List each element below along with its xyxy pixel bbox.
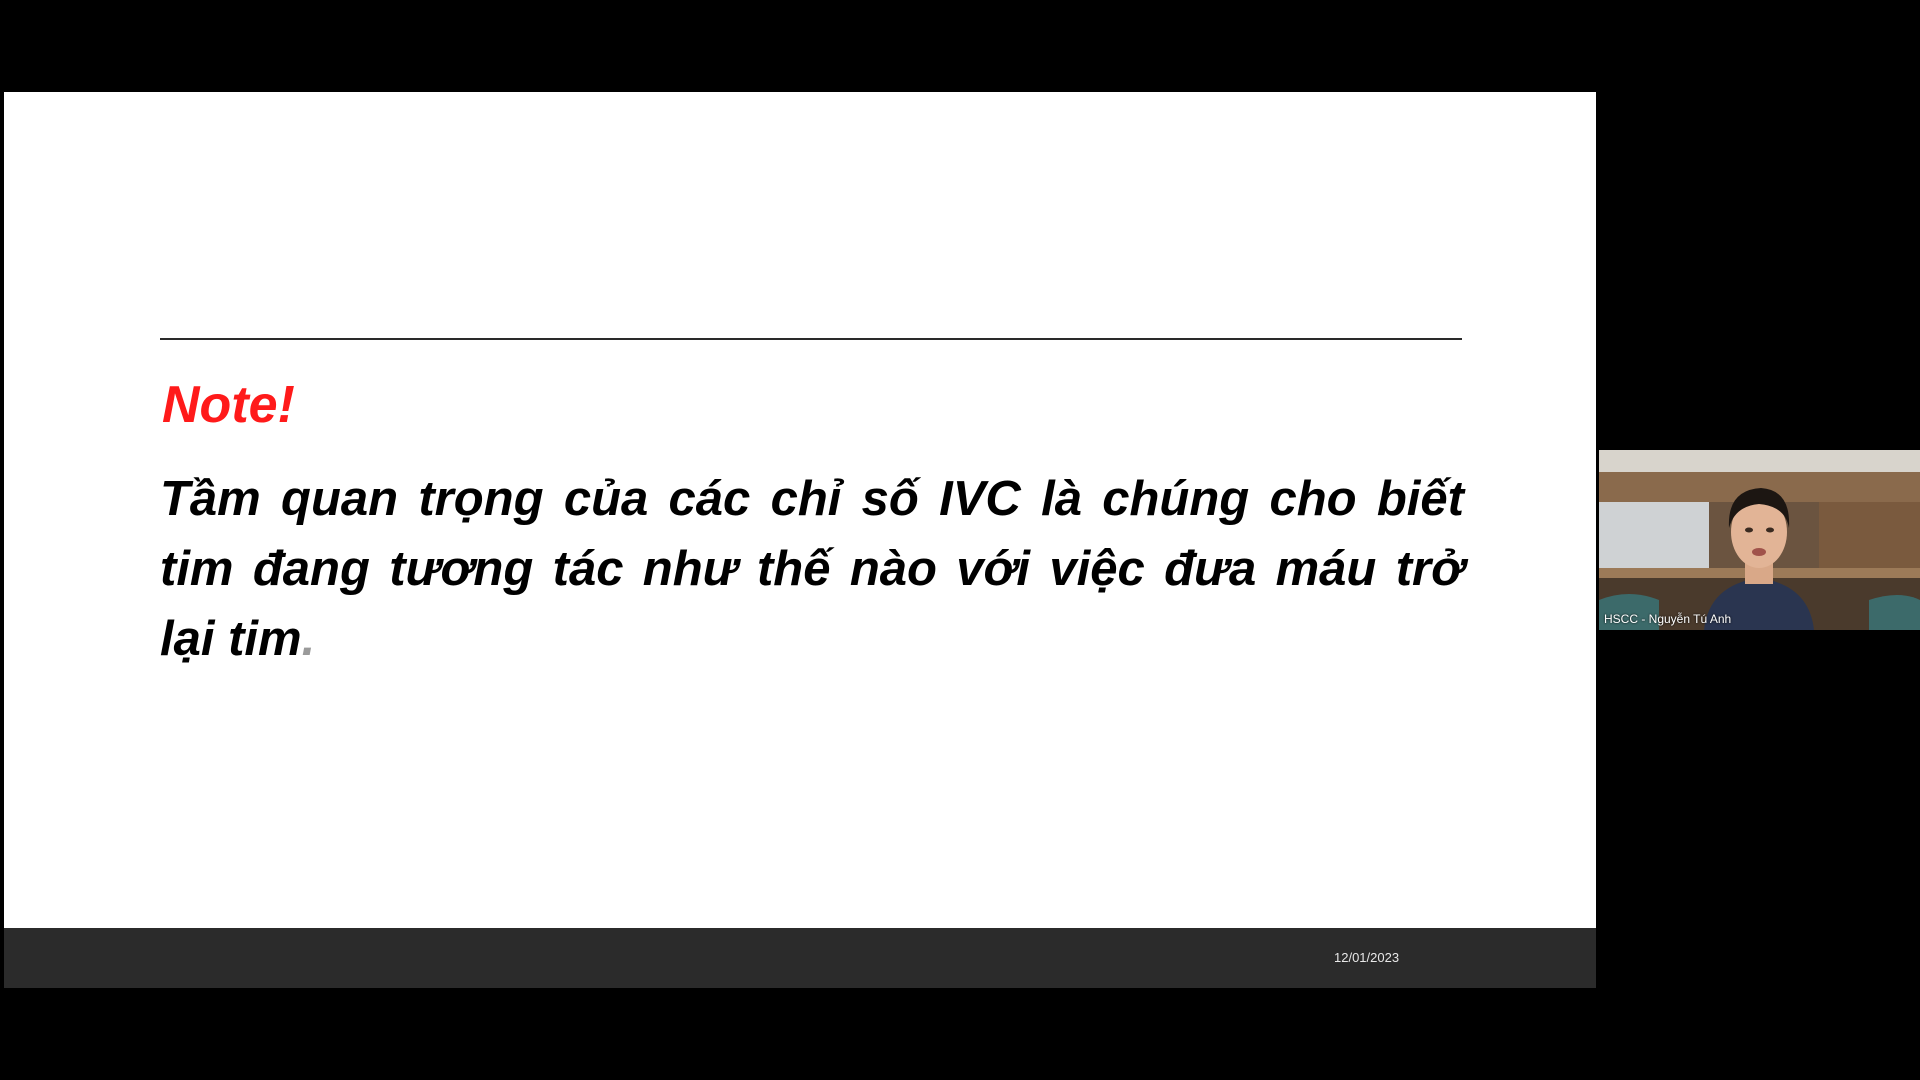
participant-video-tile[interactable]: HSCC - Nguyễn Tú Anh [1599,450,1920,630]
slide-body-period: . [301,612,316,666]
slide-divider [160,338,1462,340]
slide-body-text: Tầm quan trọng của các chỉ số IVC là chú… [160,464,1464,674]
slide-body-main: Tầm quan trọng của các chỉ số IVC là chú… [160,472,1464,666]
slide-footer-date: 12/01/2023 [1334,950,1400,965]
screen-share-view: Note! Tầm quan trọng của các chỉ số IVC … [0,0,1920,1080]
presentation-slide: Note! Tầm quan trọng của các chỉ số IVC … [4,92,1596,928]
participant-name-label: HSCC - Nguyễn Tú Anh [1604,612,1732,626]
participant-video-feed [1599,450,1920,630]
slide-footer-bar: 12/01/2023 [4,928,1596,988]
slide-heading: Note! [162,376,295,434]
